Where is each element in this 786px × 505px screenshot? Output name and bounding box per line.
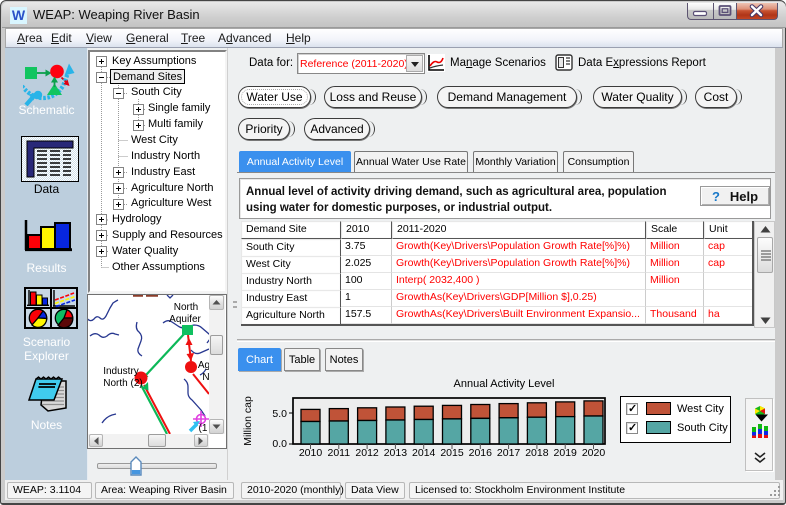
svg-text:2018: 2018: [525, 447, 549, 459]
svg-text:2013: 2013: [384, 447, 408, 459]
svg-text:N: N: [202, 372, 209, 383]
svg-text:Aquifer: Aquifer: [169, 314, 201, 325]
svg-text:2011: 2011: [328, 447, 351, 459]
svg-text:0.0: 0.0: [272, 438, 287, 450]
svg-text:2015: 2015: [440, 447, 464, 459]
svg-text:North: North: [174, 302, 198, 313]
svg-text:2017: 2017: [497, 447, 521, 459]
svg-text:Industry: Industry: [103, 366, 139, 377]
svg-text:Annual Activity Level: Annual Activity Level: [454, 378, 555, 390]
svg-text:2014: 2014: [412, 447, 436, 459]
svg-text:North (2): North (2): [103, 378, 142, 389]
svg-text:2010: 2010: [299, 447, 323, 459]
svg-text:5.0: 5.0: [272, 408, 287, 420]
svg-text:Million cap: Million cap: [242, 396, 254, 446]
svg-text:(1: (1: [199, 423, 208, 434]
svg-text:2019: 2019: [554, 447, 578, 459]
svg-text:2012: 2012: [355, 447, 379, 459]
svg-text:Ag: Ag: [198, 360, 209, 371]
svg-text:2020: 2020: [582, 447, 606, 459]
svg-text:2016: 2016: [469, 447, 493, 459]
